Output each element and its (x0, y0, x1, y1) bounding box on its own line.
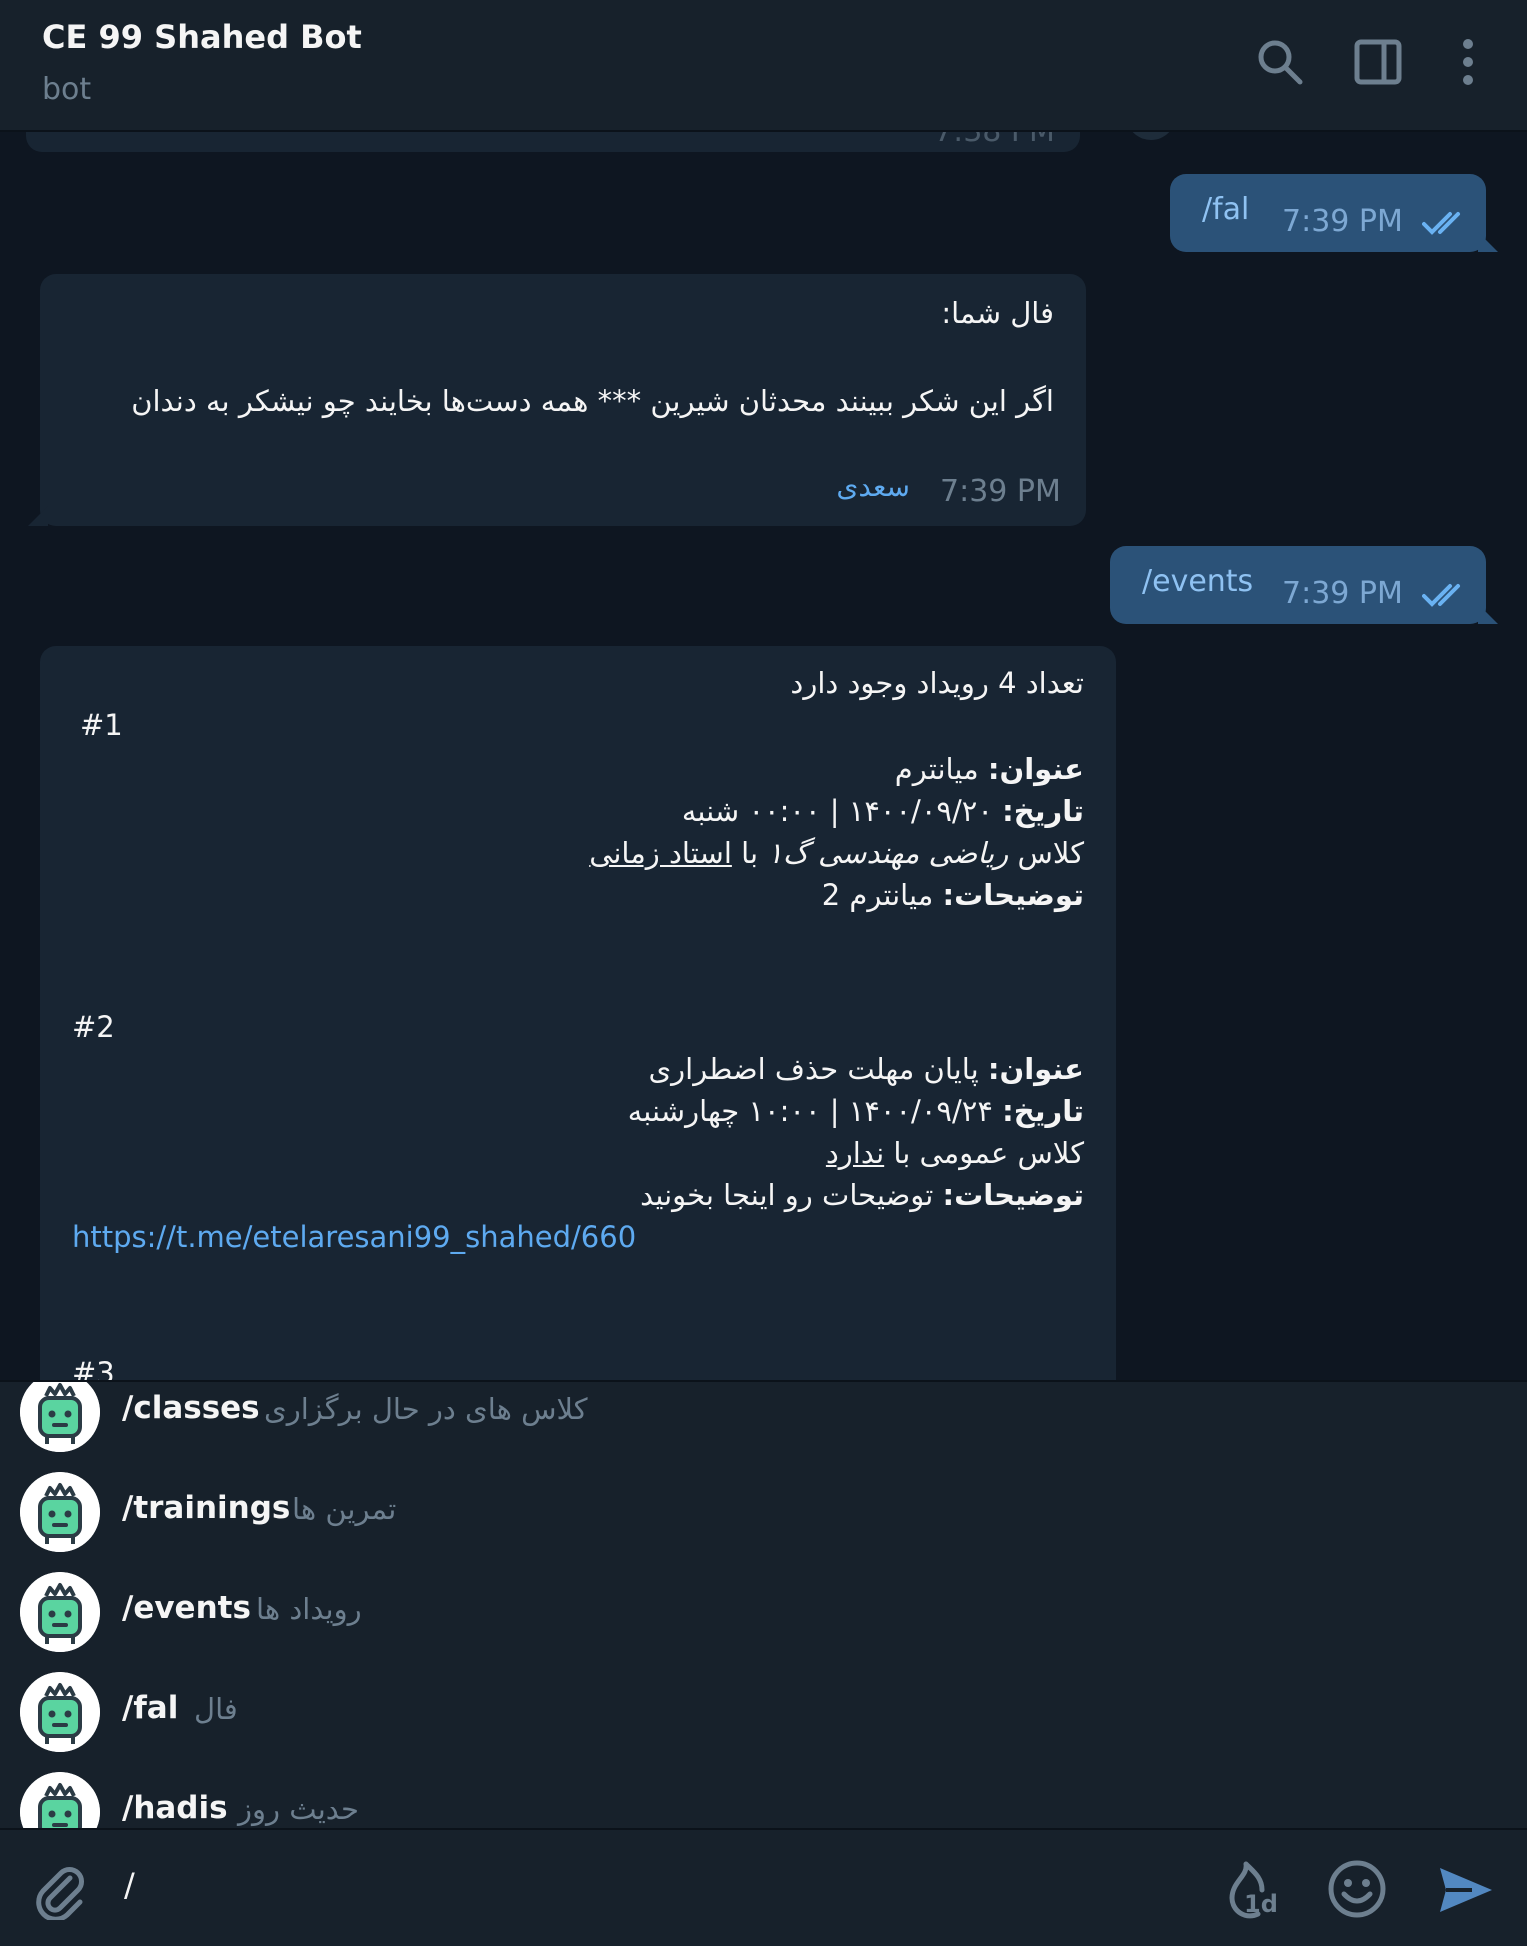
event-title: عنوان: پایان مهلت حذف اضطراری (648, 1052, 1084, 1086)
double-check-icon (1422, 212, 1460, 235)
command-item-trainings[interactable]: /trainings تمرین ها (0, 1462, 1527, 1562)
command-name: /hadis (122, 1790, 228, 1826)
double-check-icon (1422, 584, 1460, 607)
command-name: /classes (122, 1390, 260, 1426)
chat-title[interactable]: CE 99 Shahed Bot (42, 18, 362, 56)
fal-poet: سعدی (836, 470, 910, 503)
command-item-fal[interactable]: /fal فال (0, 1662, 1527, 1762)
events-count: تعداد 4 رویداد وجود دارد (790, 666, 1084, 700)
bot-avatar-icon (20, 1472, 100, 1552)
bubble-tail (28, 506, 48, 526)
command-name: /events (122, 1590, 251, 1626)
event-number: #2 (72, 1010, 115, 1044)
bubble-tail (1478, 604, 1498, 624)
message-input[interactable]: / (124, 1866, 135, 1904)
message-time: 7:39 PM (940, 474, 1061, 509)
message-time: 7:39 PM (1282, 576, 1403, 611)
command-description: حدیث روز (238, 1792, 359, 1826)
command-description: تمرین ها (292, 1492, 397, 1526)
message-time: 7:38 PM (934, 130, 1055, 149)
command-description: کلاس های در حال برگزاری (264, 1392, 588, 1426)
send-icon[interactable] (1436, 1860, 1496, 1920)
more-vertical-icon[interactable] (1442, 36, 1494, 88)
bot-avatar-icon (20, 1672, 100, 1752)
message-list[interactable]: 7:38 PM /fal 7:39 PM فال شما: اگر این شک… (0, 130, 1527, 1380)
attach-icon[interactable] (30, 1860, 90, 1920)
self-destruct-timer-icon[interactable]: 1d (1218, 1858, 1282, 1922)
timer-label: 1d (1244, 1890, 1278, 1918)
event-title: عنوان: میانترم (894, 752, 1084, 786)
bot-avatar-icon (20, 1572, 100, 1652)
command-name: /trainings (122, 1490, 291, 1526)
message-bubble-partial: 7:38 PM (26, 130, 1080, 152)
event-link[interactable]: https://t.me/etelaresani99_shahed/660 (72, 1220, 636, 1254)
event-class: کلاس ریاضی مهندسی گ۱ با استاد زمانی (589, 836, 1084, 870)
command-item-events[interactable]: /events رویداد ها (0, 1562, 1527, 1662)
emoji-icon[interactable] (1326, 1858, 1388, 1920)
message-composer: / 1d (0, 1828, 1527, 1946)
event-date: تاریخ: ۱۴۰۰/۰۹/۲۰ | ۰۰:۰۰ شنبه (681, 794, 1084, 828)
outgoing-message-fal[interactable]: /fal 7:39 PM (1170, 174, 1498, 252)
message-text[interactable]: /fal (1202, 192, 1249, 227)
chat-subtitle: bot (42, 72, 92, 107)
event-number: #1 (80, 708, 123, 742)
command-description: رویداد ها (256, 1592, 362, 1626)
event-class: کلاس عمومی با ندارد (825, 1136, 1084, 1170)
fal-verse: اگر این شکر ببینند محدثان شیرین *** همه … (131, 384, 1054, 418)
event-description: توضیحات: میانترم 2 (821, 878, 1084, 912)
outgoing-message-events[interactable]: /events 7:39 PM (1110, 546, 1498, 624)
bot-avatar-icon (20, 1382, 100, 1452)
command-description: فال (194, 1692, 238, 1726)
event-date: تاریخ: ۱۴۰۰/۰۹/۲۴ | ۱۰:۰۰ چهارشنبه (627, 1094, 1084, 1128)
event-number: #3 (72, 1356, 115, 1380)
event-description: توضیحات: توضیحات رو اینجا بخونید (640, 1178, 1084, 1212)
incoming-message-fal-reply: فال شما: اگر این شکر ببینند محدثان شیرین… (28, 274, 1086, 526)
command-item-hadis[interactable]: /hadis حدیث روز (0, 1762, 1527, 1830)
bubble-tail (1478, 232, 1498, 252)
message-text[interactable]: /events (1142, 564, 1253, 599)
chat-header: CE 99 Shahed Bot bot (0, 0, 1527, 132)
command-name: /fal (122, 1690, 179, 1726)
incoming-message-events-reply: تعداد 4 رویداد وجود دارد #1 عنوان: میانت… (40, 646, 1116, 1380)
bot-command-list[interactable]: /classes کلاس های در حال برگزاری /traini… (0, 1380, 1527, 1830)
command-item-classes[interactable]: /classes کلاس های در حال برگزاری (0, 1382, 1527, 1462)
bot-avatar-icon (20, 1772, 100, 1830)
sidebar-toggle-icon[interactable] (1352, 36, 1404, 88)
fal-heading: فال شما: (941, 296, 1054, 330)
message-time: 7:39 PM (1282, 204, 1403, 239)
search-icon[interactable] (1254, 36, 1306, 88)
